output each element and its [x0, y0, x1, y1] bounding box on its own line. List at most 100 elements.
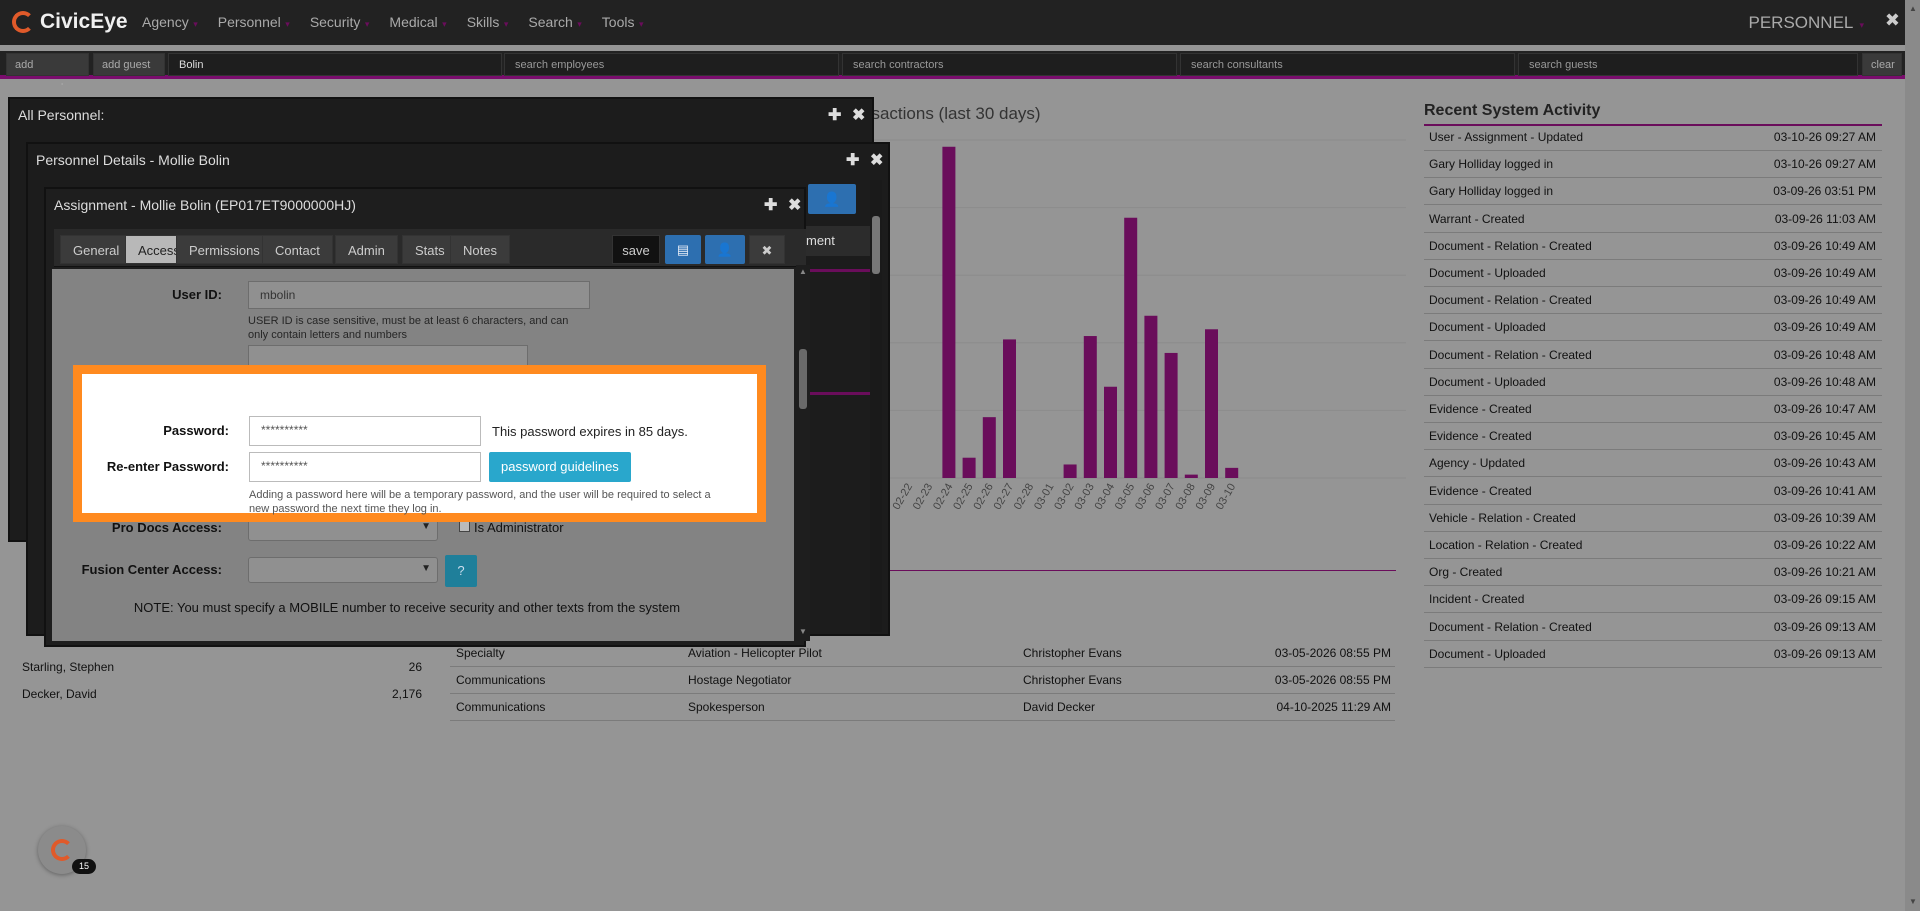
activity-row[interactable]: Location - Relation - Created 03-09-26 10…	[1424, 532, 1882, 559]
chart-bar-03-08[interactable]	[1184, 474, 1198, 478]
plus-icon[interactable]: ✚	[764, 195, 777, 215]
scrollbar[interactable]	[870, 180, 882, 632]
menu-item-search[interactable]: Search ▾	[518, 0, 591, 45]
app-logo[interactable]: CivicEye	[12, 10, 128, 34]
activity-row[interactable]: Agency - Updated 03-09-26 10:43 AM	[1424, 450, 1882, 478]
app-name: CivicEye	[40, 10, 128, 33]
list-item[interactable]: Starling, Stephen 26	[22, 660, 422, 674]
activity-row[interactable]: Evidence - Created 03-09-26 10:47 AM	[1424, 396, 1882, 423]
scroll-up-icon[interactable]: ▲	[799, 267, 807, 276]
close-icon[interactable]: ✖	[788, 195, 801, 215]
password-section: Password: ********** This password expir…	[73, 365, 766, 522]
chart-bar-02-26[interactable]	[982, 417, 996, 478]
activity-row[interactable]: Document - Relation - Created 03-09-26 10…	[1424, 342, 1882, 369]
tab-notes[interactable]: Notes	[450, 235, 510, 264]
search-consultants-input[interactable]: search consultants	[1180, 53, 1515, 76]
created-by-cell: Christopher Evans	[1023, 646, 1122, 660]
activity-row[interactable]: Evidence - Created 03-09-26 10:41 AM	[1424, 478, 1882, 505]
password-input[interactable]: **********	[249, 416, 481, 446]
menu-item-medical[interactable]: Medical ▾	[379, 0, 456, 45]
window-title: All Personnel:	[18, 107, 105, 123]
activity-row[interactable]: Document - Relation - Created 03-09-26 10…	[1424, 233, 1882, 260]
fusion-center-label: Fusion Center Access:	[81, 562, 222, 577]
activity-row[interactable]: Document - Relation - Created 03-09-26 09…	[1424, 614, 1882, 641]
scroll-down-icon[interactable]: ▼	[799, 627, 807, 636]
chart-bar-02-24[interactable]	[942, 146, 956, 478]
chart-bar-03-02[interactable]	[1063, 464, 1077, 478]
search-guests-input[interactable]: search guests	[1518, 53, 1858, 76]
person-count: 2,176	[391, 687, 422, 701]
help-button[interactable]: ?	[445, 555, 477, 587]
activity-row[interactable]: Evidence - Created 03-09-26 10:45 AM	[1424, 423, 1882, 451]
activity-row[interactable]: Document - Uploaded 03-09-26 10:49 AM	[1424, 314, 1882, 342]
plus-icon[interactable]: ✚	[846, 150, 859, 170]
menu-item-personnel[interactable]: Personnel ▾	[208, 0, 300, 45]
is-administrator-checkbox[interactable]	[459, 521, 470, 532]
user-id-input[interactable]: mbolin	[248, 281, 590, 309]
activity-label: Evidence - Created	[1429, 429, 1532, 444]
menu-item-tools[interactable]: Tools ▾	[592, 0, 654, 45]
chart-bar-03-05[interactable]	[1124, 217, 1138, 478]
activity-row[interactable]: Vehicle - Relation - Created 03-09-26 10:…	[1424, 505, 1882, 532]
tab-general[interactable]: General	[60, 235, 133, 264]
add-guest-button[interactable]: add guest	[93, 53, 165, 76]
activity-row[interactable]: Warrant - Created 03-09-26 11:03 AM	[1424, 206, 1882, 233]
activity-row[interactable]: User - Assignment - Updated 03-10-26 09:2…	[1424, 124, 1882, 151]
chart-bar-03-10[interactable]	[1225, 467, 1239, 478]
scroll-thumb[interactable]	[872, 216, 880, 274]
table-row[interactable]: Communications Hostage Negotiator Christop…	[450, 667, 1395, 694]
scroll-thumb[interactable]	[799, 349, 807, 409]
activity-row[interactable]: Document - Uploaded 03-09-26 10:48 AM	[1424, 369, 1882, 396]
assignment-button[interactable]: ment	[802, 226, 876, 256]
close-icon[interactable]: ✖	[1885, 10, 1900, 31]
activity-row[interactable]: Document - Uploaded 03-09-26 10:49 AM	[1424, 260, 1882, 287]
document-icon[interactable]: ▤	[665, 235, 701, 264]
scroll-down-icon[interactable]: ▼	[1909, 897, 1917, 906]
tab-admin[interactable]: Admin	[335, 235, 398, 264]
activity-row[interactable]: Gary Holliday logged in 03-09-26 03:51 PM	[1424, 178, 1882, 206]
close-icon[interactable]: ✖	[852, 105, 865, 125]
scrollbar[interactable]: ▲ ▼	[796, 265, 810, 641]
activity-row[interactable]: Incident - Created 03-09-26 09:15 AM	[1424, 586, 1882, 614]
search-personnel-input[interactable]: Bolin	[168, 53, 502, 76]
chart-bar-02-25[interactable]	[962, 457, 976, 478]
activity-time: 03-09-26 10:21 AM	[1773, 565, 1876, 580]
user-icon[interactable]: 👤	[705, 235, 745, 264]
activity-time: 03-09-26 10:47 AM	[1773, 402, 1876, 416]
user-icon[interactable]: 👤	[808, 184, 856, 214]
tab-permissions[interactable]: Permissions	[176, 235, 273, 264]
activity-time: 03-09-26 10:48 AM	[1773, 374, 1876, 389]
clear-button[interactable]: clear	[1862, 53, 1902, 76]
chart-bar-03-07[interactable]	[1164, 352, 1178, 478]
fusion-center-select[interactable]: ▼	[248, 557, 438, 583]
chart-bar-02-27[interactable]	[1003, 339, 1016, 478]
password-guidelines-button[interactable]: password guidelines	[489, 452, 631, 482]
close-icon[interactable]: ✖	[749, 235, 785, 264]
save-button[interactable]: save	[612, 235, 660, 264]
password-help: Adding a password here will be a tempora…	[249, 489, 711, 515]
list-item[interactable]: Decker, David 2,176	[22, 687, 422, 701]
menu-item-security[interactable]: Security ▾	[300, 0, 380, 45]
add-personnel-button[interactable]: add personnel	[6, 53, 89, 94]
page-scrollbar[interactable]: ▲ ▼	[1905, 0, 1920, 911]
menu-item-skills[interactable]: Skills ▾	[457, 0, 519, 45]
chart-bar-03-04[interactable]	[1104, 386, 1117, 478]
table-row[interactable]: Communications Spokesperson David Decker 04…	[450, 694, 1395, 721]
chart-bar-03-03[interactable]	[1083, 336, 1097, 478]
scroll-up-icon[interactable]: ▲	[1909, 4, 1917, 13]
menu-item-agency[interactable]: Agency ▾	[132, 0, 208, 45]
activity-row[interactable]: Org - Created 03-09-26 10:21 AM	[1424, 559, 1882, 587]
plus-icon[interactable]: ✚	[828, 105, 841, 125]
close-icon[interactable]: ✖	[870, 150, 883, 170]
activity-row[interactable]: Document - Uploaded 03-09-26 09:13 AM	[1424, 641, 1882, 668]
reenter-password-input[interactable]: **********	[249, 452, 481, 482]
search-employees-input[interactable]: search employees	[504, 53, 839, 76]
chart-bar-03-06[interactable]	[1144, 315, 1158, 478]
mode-switcher[interactable]: PERSONNEL ▾	[1749, 13, 1865, 33]
chart-bar-03-09[interactable]	[1205, 329, 1218, 478]
activity-row[interactable]: Document - Relation - Created 03-09-26 10…	[1424, 287, 1882, 315]
chevron-down-icon: ▼	[421, 563, 431, 574]
search-contractors-input[interactable]: search contractors	[842, 53, 1177, 76]
activity-row[interactable]: Gary Holliday logged in 03-10-26 09:27 AM	[1424, 151, 1882, 179]
tab-contact[interactable]: Contact	[262, 235, 333, 264]
